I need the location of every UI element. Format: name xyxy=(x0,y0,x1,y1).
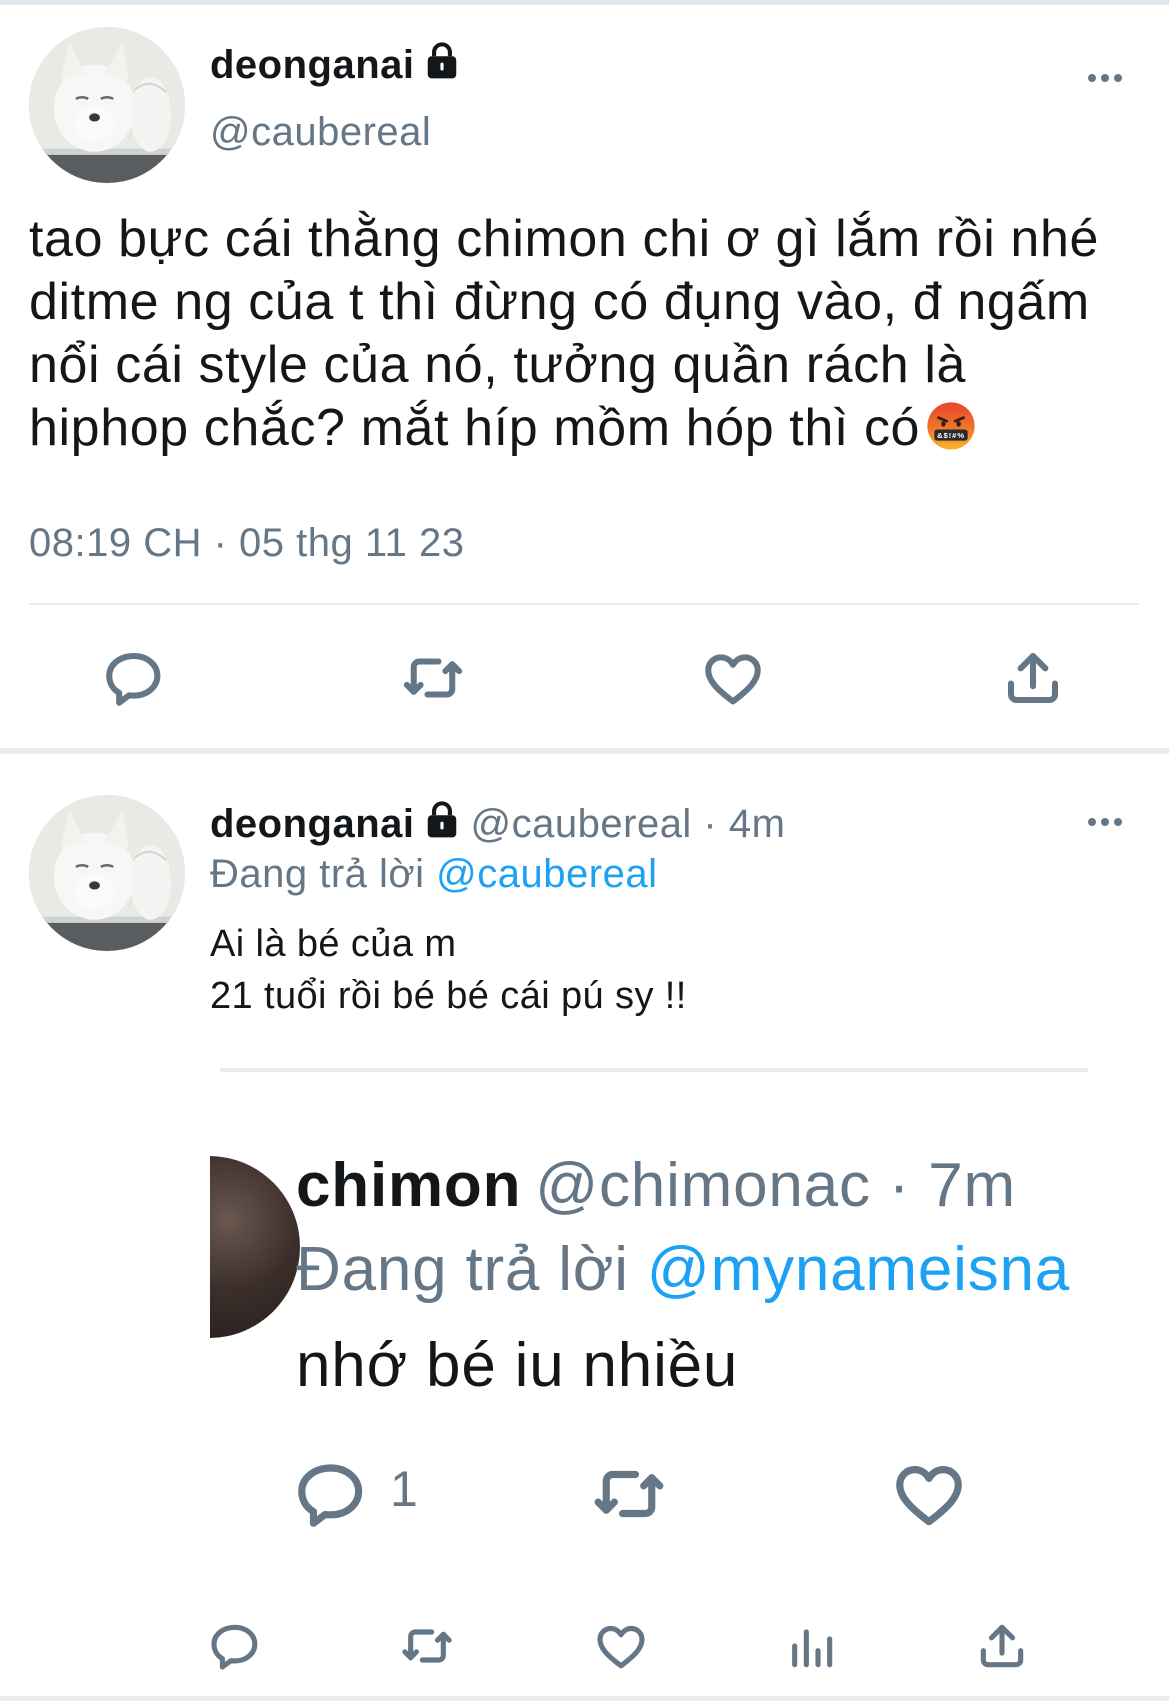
dog-avatar-image xyxy=(29,27,185,183)
retweet-icon xyxy=(590,1455,668,1533)
display-name[interactable]: deonganai xyxy=(210,42,461,88)
reply-icon[interactable] xyxy=(101,645,167,711)
svg-text:&$!#%: &$!#% xyxy=(937,431,965,440)
cursing-face-emoji-icon: &$!#% xyxy=(927,402,975,450)
bottom-divider xyxy=(0,1696,1169,1701)
mention-text: @mynameisna xyxy=(646,1235,1071,1304)
replying-to-label: Đang trả lời xyxy=(296,1235,629,1304)
reply-icon xyxy=(292,1455,370,1533)
display-name[interactable]: deonganai xyxy=(210,802,415,846)
replying-to-label: Đang trả lời xyxy=(210,852,425,896)
dog-avatar-image xyxy=(29,795,185,951)
main-tweet: deonganai @caubereal tao bực cái thằng c… xyxy=(0,0,1169,748)
lock-icon xyxy=(427,801,456,838)
tweet-timestamp[interactable]: 08:19 CH · 05 thg 11 23 xyxy=(29,521,464,566)
handle[interactable]: @caubereal xyxy=(210,110,431,155)
display-name-text: deonganai xyxy=(210,43,415,87)
share-icon[interactable] xyxy=(1000,645,1066,711)
handle-and-time[interactable]: @caubereal · 4m xyxy=(471,802,786,846)
like-icon[interactable] xyxy=(700,645,766,711)
section-divider xyxy=(0,748,1169,754)
more-options-icon[interactable] xyxy=(1086,815,1126,827)
replying-to: Đang trả lời @caubereal xyxy=(210,852,657,897)
avatar xyxy=(210,1156,300,1338)
screenshot-tweet-header: chimon @chimonac · 7m xyxy=(296,1150,1016,1221)
lock-icon xyxy=(427,42,456,79)
analytics-icon[interactable] xyxy=(783,1618,839,1674)
replying-to: Đang trả lời @mynameisna xyxy=(296,1234,1070,1305)
reply-text-line: 21 tuổi rồi bé bé cái pú sy !! xyxy=(210,975,687,1017)
reply-count: 1 xyxy=(390,1461,418,1517)
reply-icon[interactable] xyxy=(207,1618,263,1674)
display-name: chimon xyxy=(296,1151,522,1220)
mention-link[interactable]: @caubereal xyxy=(436,852,657,896)
handle-and-time: @chimonac · 7m xyxy=(535,1151,1016,1220)
avatar[interactable] xyxy=(29,795,185,951)
attached-screenshot-image[interactable]: chimon @chimonac · 7m Đang trả lời @mynam… xyxy=(210,1068,1100,1558)
retweet-icon[interactable] xyxy=(400,645,466,711)
reply-header: deonganai @caubereal · 4m xyxy=(210,801,785,847)
screenshot-divider xyxy=(220,1068,1088,1072)
reply-text-line: Ai là bé của m xyxy=(210,923,457,965)
retweet-icon[interactable] xyxy=(399,1618,455,1674)
avatar[interactable] xyxy=(29,27,185,183)
divider xyxy=(29,603,1139,605)
share-icon[interactable] xyxy=(974,1618,1030,1674)
like-icon xyxy=(890,1455,968,1533)
tweet-text: tao bực cái thằng chimon chi ơ gì lắm rồ… xyxy=(29,208,1139,460)
reply-text: Ai là bé của m 21 tuổi rồi bé bé cái pú … xyxy=(210,918,687,1022)
screenshot-tweet-text: nhớ bé iu nhiều xyxy=(296,1331,739,1400)
like-icon[interactable] xyxy=(593,1618,649,1674)
more-options-icon[interactable] xyxy=(1086,71,1126,83)
